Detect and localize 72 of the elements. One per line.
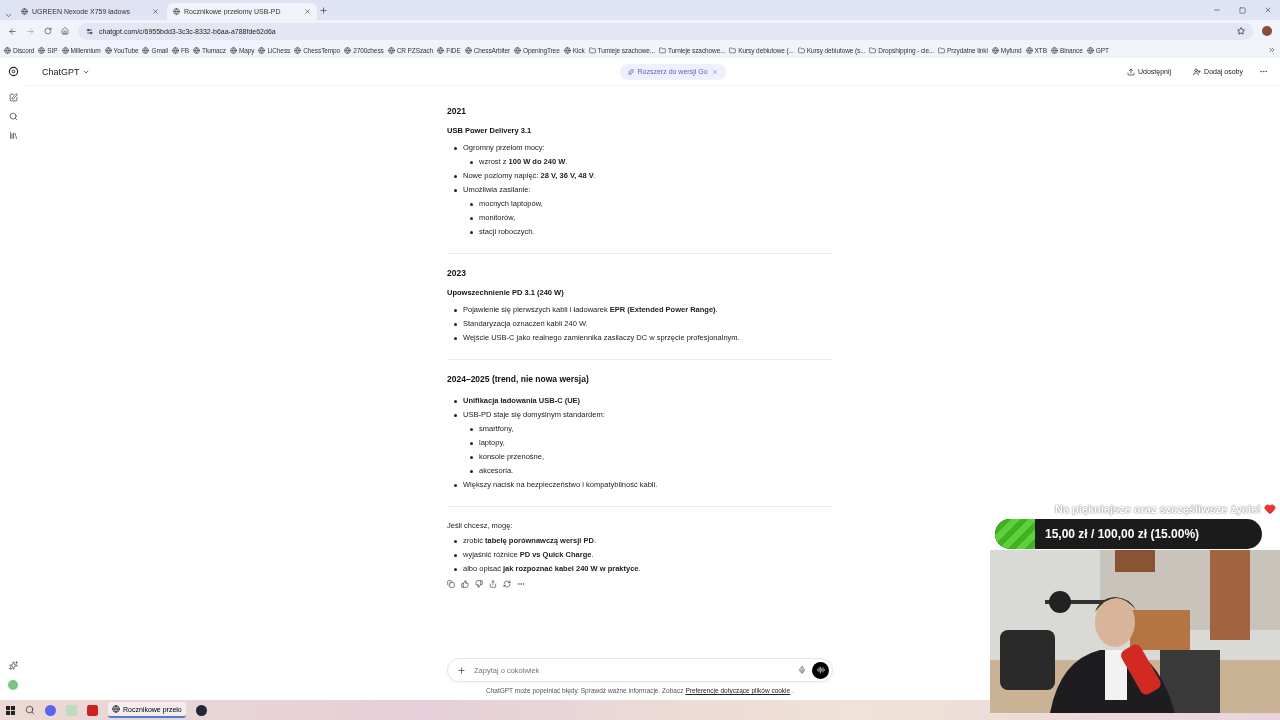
globe-icon	[104, 46, 112, 54]
new-chat-button[interactable]	[8, 93, 18, 102]
heart-icon	[1264, 503, 1276, 515]
voice-button[interactable]	[812, 661, 829, 679]
globe-icon	[437, 46, 445, 54]
share-button[interactable]	[489, 580, 497, 588]
library-button[interactable]	[8, 131, 18, 140]
home-button[interactable]	[61, 27, 69, 35]
close-icon[interactable]	[152, 8, 159, 15]
globe-icon	[387, 46, 395, 54]
section-heading: 2024–2025 (trend, nie nowa wersja)	[447, 374, 590, 384]
more-button[interactable]	[1259, 67, 1268, 76]
globe-icon	[142, 46, 150, 54]
thumbs-down-button[interactable]	[475, 580, 483, 588]
globe-icon	[563, 46, 571, 54]
site-icon	[173, 8, 180, 15]
globe-icon	[193, 46, 201, 54]
globe-icon	[61, 46, 69, 54]
reload-button[interactable]	[44, 27, 52, 35]
maximize-button[interactable]	[1239, 6, 1246, 14]
bookmark-star-icon[interactable]	[1237, 27, 1245, 35]
globe-icon	[258, 46, 266, 54]
globe-icon	[4, 46, 11, 54]
model-selector[interactable]: ChatGPT	[42, 66, 90, 77]
search-button[interactable]	[25, 705, 35, 715]
globe-icon	[1050, 46, 1058, 54]
start-icon[interactable]	[6, 705, 15, 715]
goal-title: Na piękniejsze oraz szczęśliwsze życie!	[1054, 503, 1261, 515]
search-button[interactable]	[8, 112, 18, 121]
globe-icon	[464, 46, 472, 54]
add-button[interactable]	[457, 665, 466, 675]
section-heading: 2021	[447, 106, 467, 116]
globe-icon	[1086, 46, 1094, 54]
site-settings-icon[interactable]	[86, 27, 93, 35]
folder-icon	[588, 46, 596, 54]
folder-icon	[938, 46, 946, 54]
tab-list-button[interactable]	[4, 11, 13, 20]
add-person-icon	[1193, 67, 1202, 76]
globe-icon	[1025, 46, 1033, 54]
site-icon	[21, 8, 28, 15]
more-bookmarks-button[interactable]	[1268, 46, 1276, 54]
logo-icon[interactable]	[7, 66, 19, 77]
globe-icon	[38, 46, 46, 54]
upload-icon	[1127, 67, 1135, 76]
sparkle-button[interactable]	[8, 661, 18, 670]
close-icon[interactable]	[304, 8, 311, 15]
microphone-button[interactable]	[798, 666, 806, 674]
section-heading: 2023	[447, 268, 467, 278]
app-icon[interactable]	[195, 704, 207, 716]
back-button[interactable]	[8, 26, 17, 36]
folder-icon	[869, 46, 877, 54]
close-button[interactable]	[1264, 6, 1272, 14]
globe-icon	[171, 46, 179, 54]
copy-button[interactable]	[447, 580, 455, 588]
globe-icon	[991, 46, 999, 54]
waveform-icon	[816, 666, 825, 674]
thumbs-up-button[interactable]	[461, 580, 469, 588]
sparkle-icon	[627, 68, 634, 75]
more-button[interactable]	[517, 580, 525, 588]
folder-icon	[729, 46, 737, 54]
profile-avatar[interactable]	[1262, 26, 1272, 36]
regenerate-button[interactable]	[503, 580, 511, 588]
user-avatar[interactable]	[8, 680, 18, 690]
globe-icon	[344, 46, 352, 54]
globe-icon	[229, 46, 237, 54]
globe-icon	[294, 46, 302, 54]
goal-amount: 15,00 zł / 100,00 zł (15.00%)	[1045, 527, 1200, 541]
globe-icon	[112, 705, 120, 713]
folder-icon	[658, 46, 666, 54]
globe-icon	[514, 46, 522, 54]
folder-icon	[797, 46, 805, 54]
new-tab-button[interactable]	[319, 5, 328, 15]
